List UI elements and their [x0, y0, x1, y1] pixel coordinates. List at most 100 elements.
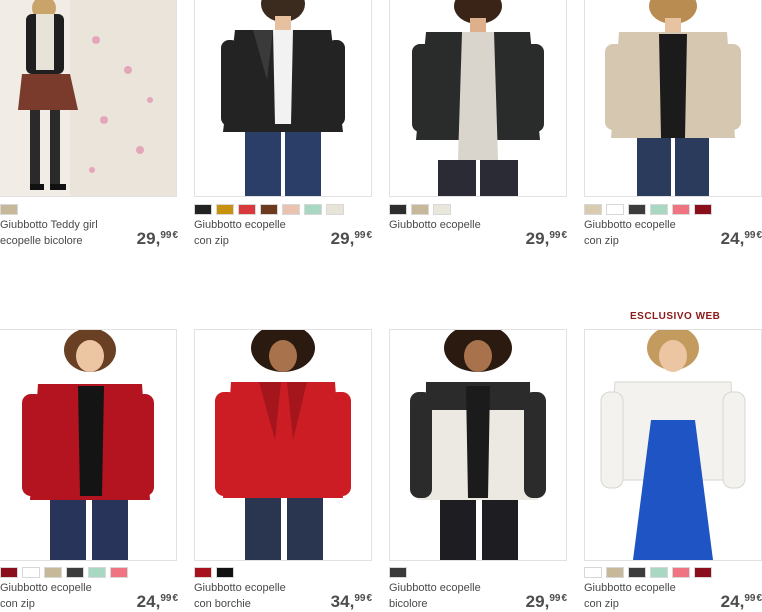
color-swatch[interactable]: [88, 567, 106, 578]
color-swatch[interactable]: [326, 204, 344, 215]
color-swatches: [389, 567, 407, 579]
product-image[interactable]: [389, 0, 567, 197]
product-price: 29,99€: [331, 229, 372, 249]
product-name-line1[interactable]: Giubbotto ecopelle: [0, 580, 118, 596]
product-price: 24,99€: [721, 592, 762, 612]
color-swatch[interactable]: [672, 567, 690, 578]
product-photo-8: [585, 330, 761, 560]
color-swatches: [194, 204, 344, 216]
product-name[interactable]: Giubbotto ecopelle bicolore: [389, 580, 507, 612]
price-integer: 24,: [136, 592, 161, 611]
product-price: 29,99€: [526, 592, 567, 612]
product-image[interactable]: [0, 329, 177, 561]
product-card-7[interactable]: Giubbotto ecopelle bicolore 29,99€: [389, 329, 567, 612]
product-name-line1[interactable]: Giubbotto ecopelle: [194, 217, 312, 233]
product-image[interactable]: [194, 329, 372, 561]
color-swatch[interactable]: [694, 204, 712, 215]
product-image[interactable]: [194, 0, 372, 197]
price-integer: 29,: [525, 592, 550, 611]
product-name-line2[interactable]: con borchie: [194, 596, 312, 612]
product-card-2[interactable]: Giubbotto ecopelle con zip 29,99€: [194, 0, 372, 260]
color-swatch[interactable]: [22, 567, 40, 578]
product-name[interactable]: Giubbotto ecopelle con zip: [0, 580, 118, 612]
product-price: 24,99€: [137, 592, 178, 612]
product-card-6[interactable]: Giubbotto ecopelle con borchie 34,99€: [194, 329, 372, 612]
color-swatch[interactable]: [650, 567, 668, 578]
color-swatches: [584, 204, 712, 216]
color-swatch[interactable]: [44, 567, 62, 578]
price-decimals: 99: [160, 593, 172, 604]
color-swatch[interactable]: [282, 204, 300, 215]
color-swatch[interactable]: [584, 567, 602, 578]
product-name[interactable]: Giubbotto ecopelle: [389, 217, 507, 233]
product-photo-1: [0, 0, 176, 196]
product-name[interactable]: Giubbotto Teddy girl ecopelle bicolore: [0, 217, 118, 249]
product-photo-2: [195, 0, 371, 196]
product-name-line2[interactable]: con zip: [584, 233, 702, 249]
product-name-line2[interactable]: bicolore: [389, 596, 507, 612]
product-card-3[interactable]: Giubbotto ecopelle 29,99€: [389, 0, 567, 260]
product-name-line1[interactable]: Giubbotto ecopelle: [389, 580, 507, 596]
color-swatch[interactable]: [304, 204, 322, 215]
price-decimals: 99: [744, 593, 756, 604]
color-swatches: [584, 567, 712, 579]
color-swatch[interactable]: [650, 204, 668, 215]
product-name-line1[interactable]: Giubbotto ecopelle: [584, 217, 702, 233]
color-swatch[interactable]: [194, 204, 212, 215]
price-decimals: 99: [160, 230, 172, 241]
color-swatch[interactable]: [628, 567, 646, 578]
color-swatch[interactable]: [389, 567, 407, 578]
color-swatch[interactable]: [216, 204, 234, 215]
color-swatch[interactable]: [389, 204, 407, 215]
color-swatch[interactable]: [66, 567, 84, 578]
color-swatches: [0, 204, 18, 216]
product-name-line1[interactable]: Giubbotto ecopelle: [389, 217, 507, 233]
product-card-5[interactable]: Giubbotto ecopelle con zip 24,99€: [0, 329, 178, 612]
price-decimals: 99: [354, 593, 366, 604]
product-name[interactable]: Giubbotto ecopelle con zip: [584, 217, 702, 249]
product-photo-4: [585, 0, 761, 196]
product-card-1[interactable]: Giubbotto Teddy girl ecopelle bicolore 2…: [0, 0, 178, 260]
color-swatch[interactable]: [628, 204, 646, 215]
color-swatch[interactable]: [606, 204, 624, 215]
product-image[interactable]: [389, 329, 567, 561]
product-image[interactable]: [584, 0, 762, 197]
product-name[interactable]: Giubbotto ecopelle con zip: [194, 217, 312, 249]
color-swatch[interactable]: [606, 567, 624, 578]
price-integer: 29,: [525, 229, 550, 248]
product-name-line2[interactable]: ecopelle bicolore: [0, 233, 118, 249]
product-price: 29,99€: [137, 229, 178, 249]
product-card-4[interactable]: Giubbotto ecopelle con zip 24,99€: [584, 0, 762, 260]
color-swatch[interactable]: [110, 567, 128, 578]
product-name-line2[interactable]: con zip: [194, 233, 312, 249]
price-currency: €: [172, 230, 178, 241]
product-photo-7: [390, 330, 566, 560]
color-swatch[interactable]: [672, 204, 690, 215]
color-swatch[interactable]: [411, 204, 429, 215]
color-swatch[interactable]: [238, 204, 256, 215]
color-swatch[interactable]: [194, 567, 212, 578]
color-swatch[interactable]: [0, 567, 18, 578]
product-name[interactable]: Giubbotto ecopelle con zip: [584, 580, 702, 612]
color-swatch[interactable]: [260, 204, 278, 215]
color-swatch[interactable]: [0, 204, 18, 215]
price-integer: 24,: [720, 592, 745, 611]
color-swatch[interactable]: [216, 567, 234, 578]
product-image[interactable]: [584, 329, 762, 561]
product-card-8[interactable]: Giubbotto ecopelle con zip 24,99€: [584, 329, 762, 612]
color-swatches: [0, 567, 128, 579]
product-name-line1[interactable]: Giubbotto ecopelle: [194, 580, 312, 596]
product-name-line1[interactable]: Giubbotto Teddy girl: [0, 217, 118, 233]
product-name[interactable]: Giubbotto ecopelle con borchie: [194, 580, 312, 612]
color-swatch[interactable]: [584, 204, 602, 215]
product-image[interactable]: [0, 0, 177, 197]
product-photo-6: [195, 330, 371, 560]
exclusive-web-badge: ESCLUSIVO WEB: [630, 311, 721, 322]
product-name-line2[interactable]: con zip: [0, 596, 118, 612]
product-name-line1[interactable]: Giubbotto ecopelle: [584, 580, 702, 596]
color-swatch[interactable]: [694, 567, 712, 578]
color-swatch[interactable]: [433, 204, 451, 215]
price-integer: 29,: [330, 229, 355, 248]
product-name-line2[interactable]: con zip: [584, 596, 702, 612]
price-integer: 34,: [330, 592, 355, 611]
